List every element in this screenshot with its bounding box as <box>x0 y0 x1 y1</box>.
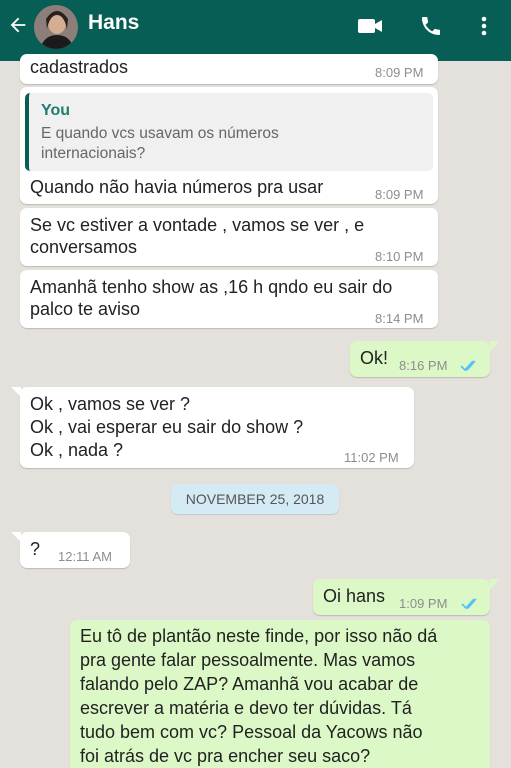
message-text: pra gente falar pessoalmente. Mas vamos <box>80 650 416 670</box>
message-text: Oi hans <box>323 586 386 606</box>
phone-icon[interactable] <box>417 12 445 40</box>
arrow-left-icon[interactable] <box>6 13 30 37</box>
read-receipt-icon <box>461 593 481 615</box>
message-time: 8:16 PM <box>399 358 448 373</box>
message-time: 12:11 AM <box>58 549 112 564</box>
message-text: conversamos <box>30 237 138 257</box>
message-bubble-incoming[interactable]: Ok , vamos se ver ? Ok , vai esperar eu … <box>20 387 414 468</box>
message-bubble-incoming[interactable]: You E quando vcs usavam os números inter… <box>20 87 438 204</box>
chat-header: Hans <box>0 0 511 61</box>
contact-name[interactable]: Hans <box>88 11 139 35</box>
message-bubble-outgoing[interactable]: Oi hans 1:09 PM <box>313 579 490 615</box>
message-text: ? <box>30 539 41 559</box>
message-text: Quando não havia números pra usar <box>30 177 324 197</box>
message-text: Amanhã tenho show as ,16 h qndo eu sair … <box>30 277 393 297</box>
quoted-author: You <box>41 102 71 119</box>
message-bubble-outgoing[interactable]: Ok! 8:16 PM <box>350 341 490 377</box>
message-text: Se vc estiver a vontade , vamos se ver ,… <box>30 215 365 235</box>
message-text: Ok , vamos se ver ? <box>30 394 191 414</box>
message-time: 8:09 PM <box>375 65 424 80</box>
message-bubble-incoming[interactable]: ? 12:11 AM <box>20 532 130 568</box>
message-text: Ok , nada ? <box>30 440 124 460</box>
message-text: Eu tô de plantão neste finde, por isso n… <box>80 626 438 646</box>
message-time: 8:09 PM <box>375 187 424 202</box>
bubble-tail <box>490 579 500 589</box>
message-text: palco te aviso <box>30 299 141 319</box>
read-receipt-icon <box>460 355 480 377</box>
quoted-message[interactable]: You E quando vcs usavam os números inter… <box>25 93 433 171</box>
message-bubble-incoming[interactable]: Se vc estiver a vontade , vamos se ver ,… <box>20 208 438 266</box>
message-text: foi atrás de vc pra encher seu saco? <box>80 746 371 766</box>
more-vertical-icon[interactable] <box>470 12 498 40</box>
message-bubble-incoming[interactable]: cadastrados 8:09 PM <box>20 54 438 84</box>
bubble-tail <box>490 341 500 351</box>
message-time: 11:02 PM <box>344 450 399 465</box>
quoted-text-line: E quando vcs usavam os números <box>41 125 279 142</box>
date-divider: NOVEMBER 25, 2018 <box>171 484 339 514</box>
message-time: 8:10 PM <box>375 249 424 264</box>
message-bubble-outgoing[interactable]: Eu tô de plantão neste finde, por isso n… <box>70 620 490 768</box>
message-text: cadastrados <box>30 57 129 77</box>
message-text: tudo bem com vc? Pessoal da Yacows não <box>80 722 423 742</box>
message-text: falando pelo ZAP? Amanhã vou acabar de <box>80 674 419 694</box>
message-bubble-incoming[interactable]: Amanhã tenho show as ,16 h qndo eu sair … <box>20 270 438 328</box>
quoted-text-line: internacionais? <box>41 145 146 162</box>
message-text: Ok! <box>360 348 389 368</box>
message-text: Ok , vai esperar eu sair do show ? <box>30 417 304 437</box>
quoted-text: E quando vcs usavam os números internaci… <box>41 124 401 164</box>
video-camera-icon[interactable] <box>356 12 384 40</box>
message-time: 1:09 PM <box>399 596 448 611</box>
message-time: 8:14 PM <box>375 311 424 326</box>
avatar[interactable] <box>34 5 78 49</box>
message-text: escrever a matéria e devo ter dúvidas. T… <box>80 698 412 718</box>
